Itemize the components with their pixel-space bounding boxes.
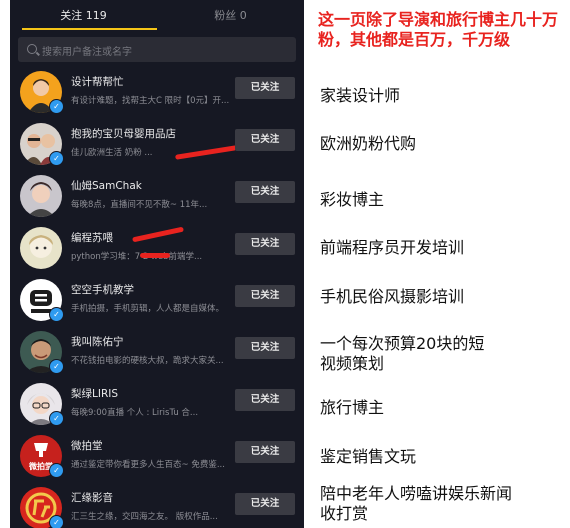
- verified-badge-icon: ✓: [49, 307, 64, 322]
- user-name: 仙姆SamChak: [71, 180, 142, 192]
- user-row-6[interactable]: ✓ 我叫陈佑宁 不花钱拍电影的硬核大叔，跪求大家关... 已关注: [10, 328, 304, 380]
- following-button[interactable]: 已关注: [235, 337, 295, 359]
- user-name: 设计帮帮忙: [71, 76, 124, 88]
- following-button[interactable]: 已关注: [235, 129, 295, 151]
- following-button[interactable]: 已关注: [235, 285, 295, 307]
- user-row-7[interactable]: ✓ 梨绿LIRIS 每晚9:00直播 个人 : LirisTu 合... 已关注: [10, 380, 304, 432]
- following-list-screen: 关注 119 粉丝 0 搜索用户备注或名字 ✓ 设计帮帮忙 有设计难题，找帮主大…: [10, 0, 304, 528]
- tab-following[interactable]: 关注 119: [10, 7, 157, 23]
- user-name: 微拍堂: [71, 440, 103, 452]
- verified-badge-icon: ✓: [49, 463, 64, 478]
- tab-bar: 关注 119 粉丝 0: [10, 0, 304, 30]
- following-button[interactable]: 已关注: [235, 493, 295, 515]
- search-placeholder: 搜索用户备注或名字: [42, 47, 132, 58]
- user-desc: 有设计难题，找帮主大C 限时【0元】开...: [71, 96, 230, 106]
- tab-fans[interactable]: 粉丝 0: [157, 7, 304, 23]
- annotation-6: 一个每次预算20块的短 视频策划: [320, 334, 485, 373]
- annotation-9: 陪中老年人唠嗑讲娱乐新闻 收打赏: [320, 484, 513, 523]
- avatar[interactable]: [20, 227, 62, 269]
- search-icon: [27, 44, 37, 54]
- user-desc: 手机拍摄，手机剪辑，人人都是自媒体。: [71, 304, 225, 314]
- verified-badge-icon: ✓: [49, 411, 64, 426]
- annotation-3: 彩妆博主: [320, 190, 385, 209]
- annotation-8: 鉴定销售文玩: [320, 447, 417, 466]
- user-row-5[interactable]: ✓ 空空手机教学 手机拍摄，手机剪辑，人人都是自媒体。 已关注: [10, 276, 304, 328]
- user-row-1[interactable]: ✓ 设计帮帮忙 有设计难题，找帮主大C 限时【0元】开... 已关注: [10, 68, 304, 120]
- annotation-4: 前端程序员开发培训: [320, 238, 465, 257]
- verified-badge-icon: ✓: [49, 359, 64, 374]
- search-input[interactable]: 搜索用户备注或名字: [18, 37, 296, 62]
- user-desc: 每晚8点，直播间不见不散~ 11年...: [71, 200, 208, 210]
- following-button[interactable]: 已关注: [235, 77, 295, 99]
- user-desc: 汇三生之缘，交四海之友。 版权作品...: [71, 512, 218, 522]
- annotation-7: 旅行博主: [320, 398, 385, 417]
- user-row-4[interactable]: 编程苏喂 python学习堆：7 2 web前端学... 已关注: [10, 224, 304, 276]
- user-name: 梨绿LIRIS: [71, 388, 119, 400]
- red-scribble-redaction: [132, 226, 184, 243]
- headline-annotation: 这一页除了导演和旅行博主几十万粉，其他都是百万，千万级: [318, 10, 559, 49]
- user-name: 编程苏喂: [71, 232, 113, 244]
- annotation-1: 家装设计师: [320, 86, 401, 105]
- red-scribble-redaction: [140, 253, 170, 258]
- user-name: 汇缘影音: [71, 492, 113, 504]
- user-desc: 每晚9:00直播 个人 : LirisTu 合...: [71, 408, 199, 418]
- user-desc: 通过鉴定带你看更多人生百态~ 免费鉴...: [71, 460, 225, 470]
- active-tab-indicator: [22, 28, 157, 30]
- user-row-9[interactable]: ✓ 汇缘影音 汇三生之缘，交四海之友。 版权作品... 已关注: [10, 484, 304, 528]
- verified-badge-icon: ✓: [49, 99, 64, 114]
- following-button[interactable]: 已关注: [235, 441, 295, 463]
- user-row-2[interactable]: ✓ 抱我的宝贝母婴用品店 佳儿欧洲生活 奶粉 ... 已关注: [10, 120, 304, 172]
- following-button[interactable]: 已关注: [235, 389, 295, 411]
- user-name: 空空手机教学: [71, 284, 134, 296]
- verified-badge-icon: ✓: [49, 151, 64, 166]
- following-button[interactable]: 已关注: [235, 181, 295, 203]
- annotation-5: 手机民俗风摄影培训: [320, 287, 465, 306]
- user-name: 抱我的宝贝母婴用品店: [71, 128, 176, 140]
- avatar[interactable]: [20, 175, 62, 217]
- following-button[interactable]: 已关注: [235, 233, 295, 255]
- user-desc: 不花钱拍电影的硬核大叔，跪求大家关...: [71, 356, 224, 366]
- user-name: 我叫陈佑宁: [71, 336, 124, 348]
- user-row-8[interactable]: 微拍堂 ✓ 微拍堂 通过鉴定带你看更多人生百态~ 免费鉴... 已关注: [10, 432, 304, 484]
- verified-badge-icon: ✓: [49, 515, 64, 528]
- annotation-2: 欧洲奶粉代购: [320, 134, 417, 153]
- user-row-3[interactable]: 仙姆SamChak 每晚8点，直播间不见不散~ 11年... 已关注: [10, 172, 304, 224]
